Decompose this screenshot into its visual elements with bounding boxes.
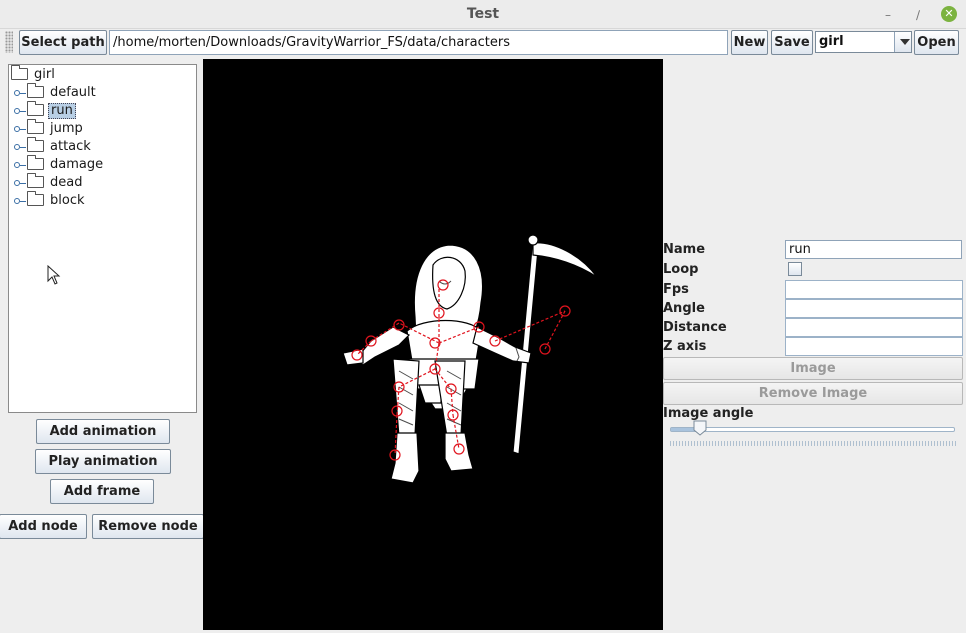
- tree-item-label: block: [50, 193, 85, 208]
- play-animation-button[interactable]: Play animation: [35, 449, 171, 474]
- folder-icon: [27, 119, 44, 134]
- tree-handle-icon[interactable]: [13, 156, 27, 174]
- zaxis-label: Z axis: [663, 339, 707, 354]
- tree-item-label: jump: [50, 121, 83, 136]
- tree-item-attack[interactable]: attack: [9, 137, 196, 156]
- tree-item-default[interactable]: default: [9, 83, 196, 102]
- toolbar-grip-icon[interactable]: [5, 31, 13, 53]
- loop-label: Loop: [663, 262, 699, 277]
- loop-checkbox[interactable]: [788, 262, 802, 276]
- fps-label: Fps: [663, 282, 689, 297]
- add-node-button[interactable]: Add node: [0, 514, 87, 539]
- window-title: Test: [466, 6, 500, 22]
- tree-item-damage[interactable]: damage: [9, 155, 196, 174]
- image-angle-slider-thumb[interactable]: [692, 420, 708, 436]
- tree-handle-icon[interactable]: [13, 120, 27, 138]
- angle-label: Angle: [663, 301, 705, 316]
- folder-icon: [27, 155, 44, 170]
- tree-item-label: damage: [50, 157, 104, 172]
- tree-handle-icon[interactable]: [13, 174, 27, 192]
- maximize-icon[interactable]: ∕: [910, 7, 926, 23]
- minimize-icon[interactable]: –: [880, 7, 896, 23]
- zaxis-field[interactable]: [785, 337, 963, 356]
- tree-root[interactable]: girl: [9, 65, 196, 84]
- close-icon[interactable]: ✕: [941, 6, 957, 22]
- fps-field[interactable]: [785, 280, 963, 299]
- image-button[interactable]: Image: [663, 357, 963, 380]
- add-frame-button[interactable]: Add frame: [50, 479, 154, 504]
- folder-icon: [27, 101, 44, 116]
- image-angle-slider-ticks: [670, 441, 956, 446]
- select-path-button[interactable]: Select path: [19, 30, 107, 55]
- folder-icon: [27, 137, 44, 152]
- name-field[interactable]: run: [785, 240, 962, 259]
- tree-item-label: default: [50, 85, 96, 100]
- mouse-cursor-icon: [47, 265, 61, 285]
- character-sprite: [342, 234, 598, 484]
- tree-item-label: attack: [50, 139, 91, 154]
- tree-item-dead[interactable]: dead: [9, 173, 196, 192]
- folder-icon: [27, 191, 44, 206]
- tree-item-jump[interactable]: jump: [9, 119, 196, 138]
- image-angle-slider[interactable]: [670, 427, 955, 432]
- dropdown-arrow-icon[interactable]: [894, 32, 911, 52]
- tree-item-label: dead: [50, 175, 83, 190]
- remove-node-button[interactable]: Remove node: [92, 514, 204, 539]
- tree-item-block[interactable]: block: [9, 191, 196, 210]
- add-animation-button[interactable]: Add animation: [36, 419, 170, 444]
- tree-item-label: run: [48, 103, 76, 119]
- angle-field[interactable]: [785, 299, 963, 318]
- new-button[interactable]: New: [731, 30, 768, 55]
- character-select[interactable]: girl: [815, 31, 912, 53]
- image-angle-label: Image angle: [663, 406, 754, 421]
- distance-label: Distance: [663, 320, 727, 335]
- folder-icon: [27, 173, 44, 188]
- save-button[interactable]: Save: [771, 30, 813, 55]
- character-select-value: girl: [819, 34, 844, 49]
- name-label: Name: [663, 242, 706, 257]
- animation-canvas[interactable]: [203, 59, 663, 630]
- animation-tree[interactable]: girl default run jump attack damage dead…: [8, 64, 197, 413]
- open-button[interactable]: Open: [914, 30, 959, 55]
- tree-handle-icon[interactable]: [13, 84, 27, 102]
- distance-field[interactable]: [785, 318, 963, 337]
- tree-handle-icon[interactable]: [13, 102, 27, 120]
- tree-item-run[interactable]: run: [9, 101, 196, 120]
- folder-icon: [11, 65, 28, 80]
- tree-root-label: girl: [34, 67, 55, 82]
- remove-image-button[interactable]: Remove Image: [663, 382, 963, 405]
- path-field[interactable]: /home/morten/Downloads/GravityWarrior_FS…: [109, 30, 728, 55]
- tree-handle-icon[interactable]: [13, 192, 27, 210]
- tree-handle-icon[interactable]: [13, 138, 27, 156]
- folder-icon: [27, 83, 44, 98]
